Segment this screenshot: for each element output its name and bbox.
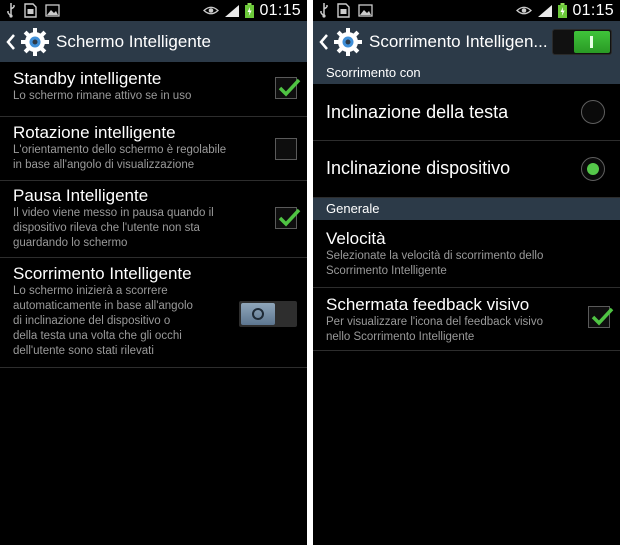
checkmark-icon [278,208,301,227]
eye-icon [203,6,220,15]
scorrimento-switch[interactable] [239,301,297,327]
back-button[interactable] [319,31,331,53]
pausa-checkbox[interactable] [275,207,301,229]
setting-summary: Il video viene messo in pausa quando il [13,207,214,219]
chevron-left-icon [319,33,328,50]
right-screen: 01:15 Scorrimento Intelligen... Scorrime… [313,0,620,545]
sim-icon [24,3,37,18]
setting-standby-intelligente[interactable]: Standby intelligente Lo schermo rimane a… [0,62,307,117]
battery-charging-icon [245,3,255,18]
usb-icon [320,3,328,18]
back-button[interactable] [6,31,18,53]
setting-rotazione-intelligente[interactable]: Rotazione intelligente L'orientamento de… [0,117,307,181]
setting-summary: in base all'angolo di visualizzazione [13,159,195,171]
signal-icon [225,4,240,17]
standby-checkbox[interactable] [275,77,301,99]
setting-summary: Lo schermo rimane attivo se in uso [13,90,192,102]
setting-title: Scorrimento Intelligente [13,264,192,283]
gear-icon [334,27,362,56]
rotazione-checkbox[interactable] [275,138,297,160]
action-bar: Schermo Intelligente [0,21,307,62]
setting-feedback-visivo[interactable]: Schermata feedback visivo Per visualizza… [313,288,620,351]
gear-icon [21,27,49,56]
status-bar: 01:15 [313,0,620,21]
setting-summary: nello Scorrimento Intelligente [326,331,475,343]
sim-icon [337,3,350,18]
image-icon [358,4,373,17]
setting-title: Pausa Intelligente [13,186,149,205]
page-title: Scorrimento Intelligen... [369,31,548,51]
checkmark-icon [278,78,301,97]
section-header-scorrimento: Scorrimento con [313,62,620,84]
switch-knob [574,31,610,53]
action-bar: Scorrimento Intelligen... [313,21,620,62]
setting-title: Velocità [326,229,386,248]
clock: 01:15 [572,1,614,19]
left-screen: 01:15 Schermo Intelligente Standby intel… [0,0,307,545]
setting-summary: dell'utente sono stati rilevati [13,345,154,357]
setting-title: Standby intelligente [13,69,162,88]
setting-summary: Lo schermo inizierà a scorrere [13,285,168,297]
checkmark-icon [591,307,614,326]
battery-charging-icon [558,3,568,18]
clock: 01:15 [259,1,301,19]
setting-title: Schermata feedback visivo [326,295,530,314]
setting-summary: Scorrimento Intelligente [326,265,447,277]
setting-title: Rotazione intelligente [13,123,176,142]
radio-option-dispositivo[interactable]: Inclinazione dispositivo [313,141,620,198]
feedback-checkbox[interactable] [588,306,614,328]
section-header-generale: Generale [313,198,620,220]
setting-summary: L'orientamento dello schermo è regolabil… [13,144,227,156]
chevron-left-icon [6,33,15,50]
setting-scorrimento-intelligente[interactable]: Scorrimento Intelligente Lo schermo iniz… [0,258,307,368]
eye-icon [516,6,533,15]
option-label: Inclinazione della testa [326,102,509,122]
radio-option-testa[interactable]: Inclinazione della testa [313,84,620,141]
master-switch[interactable] [552,29,612,55]
setting-summary: Selezionate la velocità di scorrimento d… [326,250,544,262]
image-icon [45,4,60,17]
signal-icon [538,4,553,17]
status-bar: 01:15 [0,0,307,21]
setting-summary: guardando lo schermo [13,237,128,249]
setting-velocita[interactable]: Velocità Selezionate la velocità di scor… [313,220,620,288]
usb-icon [7,3,15,18]
setting-summary: della testa una volta che gli occhi [13,330,182,342]
setting-summary: Per visualizzare l'icona del feedback vi… [326,316,543,328]
page-title: Schermo Intelligente [56,31,211,51]
option-label: Inclinazione dispositivo [326,158,511,178]
setting-pausa-intelligente[interactable]: Pausa Intelligente Il video viene messo … [0,181,307,258]
radio-testa[interactable] [581,100,605,124]
switch-knob [241,303,275,325]
setting-summary: dispositivo rileva che l'utente non sta [13,222,200,234]
radio-dispositivo[interactable] [581,157,605,181]
